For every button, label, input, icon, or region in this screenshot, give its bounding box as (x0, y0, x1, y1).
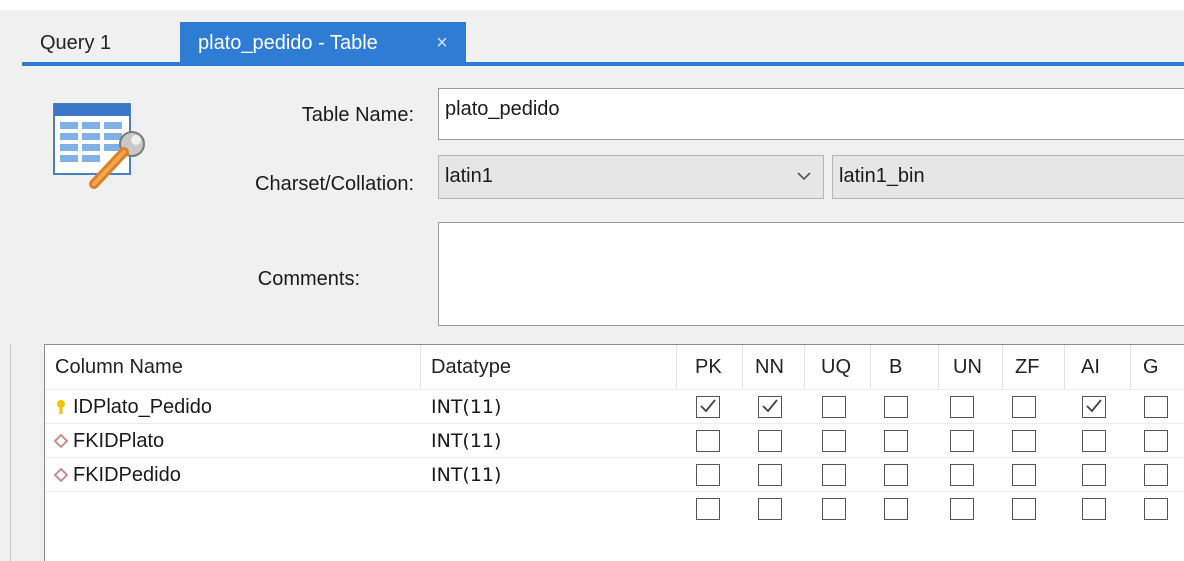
checkbox-uq[interactable] (822, 396, 846, 418)
columns-grid: Column Name Datatype PK NN UQ B UN ZF AI… (44, 344, 1184, 561)
checkbox-g[interactable] (1144, 396, 1168, 418)
checkbox-ai[interactable] (1082, 498, 1106, 520)
header-g[interactable]: G (1133, 345, 1184, 389)
charset-collation-label: Charset/Collation: (255, 173, 414, 195)
header-nn[interactable]: NN (745, 345, 805, 389)
datatype-cell[interactable]: INT(11) (431, 390, 501, 424)
checkbox-b[interactable] (884, 396, 908, 418)
tab-bar-top-strip (0, 0, 1184, 10)
column-name-cell[interactable]: FKIDPedido (73, 458, 181, 492)
checkbox-pk[interactable] (696, 430, 720, 452)
checkbox-nn[interactable] (758, 498, 782, 520)
tab-underline (22, 62, 1184, 66)
checkbox-un[interactable] (950, 430, 974, 452)
comments-label: Comments: (257, 268, 360, 290)
header-datatype[interactable]: Datatype (421, 345, 677, 389)
table-row[interactable] (45, 491, 1184, 525)
checkbox-un[interactable] (950, 464, 974, 486)
table-editor-icon (50, 100, 150, 196)
checkbox-ai[interactable] (1082, 396, 1106, 418)
column-name-cell[interactable]: IDPlato_Pedido (73, 390, 212, 424)
tab-label: Query 1 (40, 32, 112, 54)
header-uq[interactable]: UQ (811, 345, 871, 389)
checkbox-un[interactable] (950, 498, 974, 520)
checkbox-pk[interactable] (696, 498, 720, 520)
checkbox-uq[interactable] (822, 464, 846, 486)
checkbox-ai[interactable] (1082, 464, 1106, 486)
header-zf[interactable]: ZF (1005, 345, 1065, 389)
collation-value: latin1_bin (839, 165, 925, 187)
checkbox-nn[interactable] (758, 430, 782, 452)
checkbox-zf[interactable] (1012, 396, 1036, 418)
header-column-name[interactable]: Column Name (45, 345, 421, 389)
column-name-cell[interactable]: FKIDPlato (73, 424, 164, 458)
checkbox-b[interactable] (884, 430, 908, 452)
checkbox-g[interactable] (1144, 430, 1168, 452)
checkbox-b[interactable] (884, 464, 908, 486)
tab-query-1[interactable]: Query 1 (22, 22, 180, 64)
tab-plato-pedido-table[interactable]: plato_pedido - Table × (180, 22, 466, 64)
tab-bar: Query 1 plato_pedido - Table × (0, 0, 1184, 66)
column-diamond-icon (53, 433, 69, 449)
checkbox-b[interactable] (884, 498, 908, 520)
table-editor: Query 1 plato_pedido - Table × Table Nam… (0, 0, 1184, 561)
comments-textarea[interactable] (438, 222, 1184, 326)
checkbox-g[interactable] (1144, 464, 1168, 486)
tab-label: plato_pedido - Table (198, 32, 378, 54)
table-row[interactable]: FKIDPedido INT(11) (45, 457, 1184, 491)
table-row[interactable]: FKIDPlato INT(11) (45, 423, 1184, 457)
checkbox-pk[interactable] (696, 464, 720, 486)
charset-select[interactable]: latin1 (438, 155, 824, 199)
charset-value: latin1 (445, 165, 493, 187)
close-icon[interactable]: × (430, 22, 454, 64)
panel-divider (10, 344, 11, 561)
header-pk[interactable]: PK (685, 345, 743, 389)
checkbox-zf[interactable] (1012, 498, 1036, 520)
checkbox-uq[interactable] (822, 430, 846, 452)
checkbox-ai[interactable] (1082, 430, 1106, 452)
datatype-cell[interactable]: INT(11) (431, 424, 501, 458)
table-row[interactable]: IDPlato_Pedido INT(11) (45, 389, 1184, 423)
table-name-input[interactable]: plato_pedido (438, 88, 1184, 140)
checkbox-nn[interactable] (758, 464, 782, 486)
column-diamond-icon (53, 467, 69, 483)
primary-key-icon (53, 399, 69, 415)
header-un[interactable]: UN (943, 345, 1003, 389)
checkbox-zf[interactable] (1012, 430, 1036, 452)
header-b[interactable]: B (879, 345, 939, 389)
checkbox-nn[interactable] (758, 396, 782, 418)
chevron-down-icon (797, 156, 811, 198)
checkbox-zf[interactable] (1012, 464, 1036, 486)
header-ai[interactable]: AI (1071, 345, 1131, 389)
checkbox-uq[interactable] (822, 498, 846, 520)
checkbox-pk[interactable] (696, 396, 720, 418)
checkbox-un[interactable] (950, 396, 974, 418)
checkbox-g[interactable] (1144, 498, 1168, 520)
datatype-cell[interactable]: INT(11) (431, 458, 501, 492)
collation-select[interactable]: latin1_bin (832, 155, 1184, 199)
table-name-label: Table Name: (301, 104, 414, 126)
